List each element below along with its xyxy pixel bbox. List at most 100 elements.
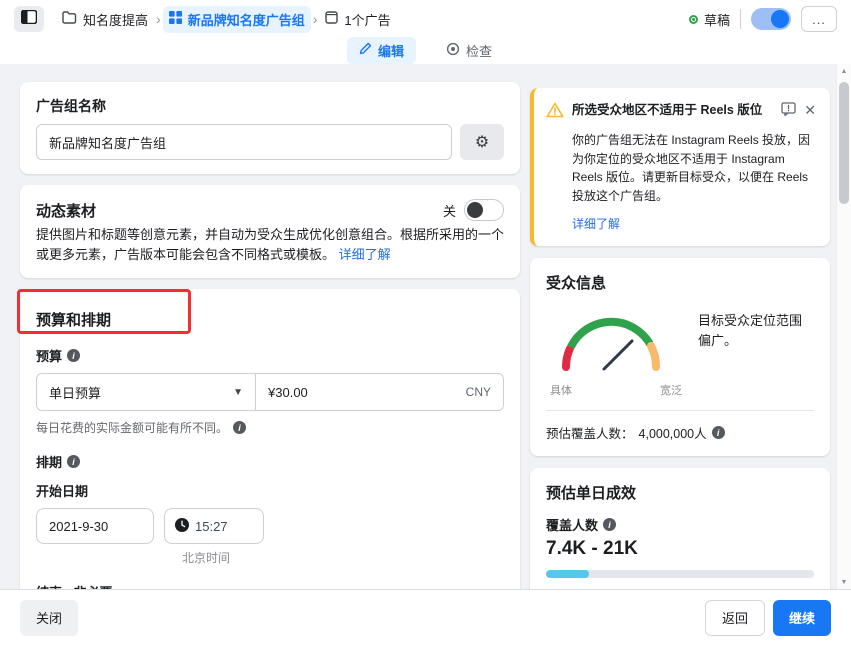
timezone-label: 北京时间 (182, 549, 504, 566)
scroll-down-arrow[interactable]: ▼ (837, 575, 851, 589)
chevron-down-icon: ▼ (233, 387, 243, 398)
reach-progress-fill (546, 570, 589, 578)
dynamic-creative-title: 动态素材 (36, 200, 96, 221)
warning-triangle-icon (546, 102, 564, 123)
close-icon[interactable]: ✕ (804, 102, 816, 119)
scroll-up-arrow[interactable]: ▲ (837, 64, 851, 78)
budget-amount-input[interactable]: ¥30.00 CNY (256, 374, 503, 410)
draft-status-badge: 草稿 (689, 10, 730, 29)
breadcrumb-adset[interactable]: 新品牌知名度广告组 (163, 6, 311, 33)
gear-icon: ⚙ (475, 132, 489, 152)
adset-active-toggle[interactable] (751, 8, 791, 30)
breadcrumb-ad[interactable]: 1个广告 (319, 6, 396, 33)
toggle-knob (467, 202, 483, 218)
audience-summary: 目标受众定位范围偏广。 (686, 303, 814, 398)
toggle-state-label: 关 (443, 201, 456, 220)
insights-column: 所选受众地区不适用于 Reels 版位 ✕ 你的广告组无法在 Instagram… (530, 82, 830, 589)
estimated-results-card: 预估单日成效 覆盖人数i 7.4K - 21K 预估数据的准确性受往期广告系列数… (530, 468, 830, 589)
ads-manager-dialog: 知名度提高 › 新品牌知名度广告组 › 1个广告 草稿 ... (0, 0, 851, 645)
info-icon[interactable]: i (233, 421, 246, 434)
audience-title: 受众信息 (546, 272, 814, 293)
budget-type-select[interactable]: 单日预算 ▼ (37, 374, 256, 410)
divider (740, 9, 741, 29)
start-date-label: 开始日期 (36, 481, 504, 500)
reach-progress-track (546, 570, 814, 578)
dynamic-creative-toggle[interactable] (464, 199, 504, 221)
scrollbar-thumb[interactable] (839, 82, 849, 204)
info-icon[interactable]: i (603, 518, 616, 531)
budget-label: 预算i (36, 346, 504, 365)
draft-status-label: 草稿 (704, 10, 730, 29)
draft-status-icon (689, 15, 698, 24)
divider (546, 410, 814, 411)
top-bar-right: 草稿 ... (689, 6, 837, 32)
estimated-results-title: 预估单日成效 (546, 482, 814, 503)
info-icon[interactable]: i (712, 426, 725, 439)
budget-note: 每日花费的实际金额可能有所不同。i (36, 419, 504, 436)
folder-icon (62, 11, 77, 27)
reels-warning-card: 所选受众地区不适用于 Reels 版位 ✕ 你的广告组无法在 Instagram… (530, 88, 830, 246)
tab-edit[interactable]: 编辑 (347, 37, 416, 64)
reach-value: 4,000,000人 (639, 423, 707, 442)
breadcrumb-campaign-label: 知名度提高 (83, 10, 148, 29)
adset-name-card: 广告组名称 新品牌知名度广告组 ⚙ (20, 82, 520, 174)
schedule-label: 排期i (36, 452, 504, 471)
budget-schedule-card: 预算和排期 预算i 单日预算 ▼ ¥30.00 CNY 每日花费的实际金额可能有… (20, 289, 520, 589)
audience-gauge: 具体 宽泛 (546, 303, 686, 398)
budget-input-group: 单日预算 ▼ ¥30.00 CNY (36, 373, 504, 411)
reach-metric-label: 覆盖人数i (546, 515, 814, 534)
start-time-input[interactable]: 15:27 (164, 508, 264, 544)
gauge-label-specific: 具体 (550, 382, 572, 398)
breadcrumb-ad-label: 1个广告 (344, 10, 390, 29)
info-icon[interactable]: i (67, 455, 80, 468)
start-date-input[interactable]: 2021-9-30 (36, 508, 154, 544)
budget-schedule-title: 预算和排期 (36, 303, 504, 330)
breadcrumb-adset-label: 新品牌知名度广告组 (188, 10, 305, 29)
reach-metric-value: 7.4K - 21K (546, 538, 814, 560)
toggle-knob (771, 10, 789, 28)
breadcrumb-separator: › (156, 11, 161, 27)
clock-icon (175, 518, 189, 535)
start-time-value: 15:27 (195, 519, 228, 534)
breadcrumb-campaign[interactable]: 知名度提高 (56, 6, 154, 33)
budget-amount-value: ¥30.00 (268, 385, 308, 400)
back-button[interactable]: 返回 (705, 600, 765, 636)
warning-learn-more-link[interactable]: 详细了解 (572, 217, 620, 231)
content-area: 广告组名称 新品牌知名度广告组 ⚙ 动态素材 关 提供图片和标题等创意元素，并自… (0, 64, 851, 589)
warning-body: 你的广告组无法在 Instagram Reels 投放，因为你定位的受众地区不适… (572, 131, 816, 205)
ad-page-icon (325, 11, 338, 27)
estimated-reach-row: 预估覆盖人数： 4,000,000人 i (546, 423, 814, 442)
warning-title: 所选受众地区不适用于 Reels 版位 (572, 102, 773, 120)
more-options-button[interactable]: ... (801, 6, 837, 32)
pencil-icon (359, 42, 372, 58)
review-eye-icon (446, 42, 460, 59)
dynamic-creative-description: 提供图片和标题等创意元素，并自动为受众生成优化创意组合。根据所采用的一个或更多元… (36, 225, 504, 264)
footer-bar: 关闭 返回 继续 (0, 589, 851, 645)
budget-type-value: 单日预算 (49, 383, 101, 402)
breadcrumb-separator: › (313, 11, 318, 27)
currency-label: CNY (466, 385, 491, 399)
adset-name-label: 广告组名称 (36, 96, 504, 116)
feedback-bubble-icon[interactable] (781, 102, 796, 121)
sidebar-panel-icon (21, 10, 37, 29)
learn-more-link[interactable]: 详细了解 (339, 247, 391, 262)
top-bar: 知名度提高 › 新品牌知名度广告组 › 1个广告 草稿 ... (0, 0, 851, 38)
tab-bar: 编辑 检查 (0, 38, 851, 64)
dynamic-creative-card: 动态素材 关 提供图片和标题等创意元素，并自动为受众生成优化创意组合。根据所采用… (20, 185, 520, 278)
info-icon[interactable]: i (67, 349, 80, 362)
end-label: 结束 · 非必要 (36, 582, 504, 589)
gauge-label-broad: 宽泛 (660, 382, 682, 398)
audience-card: 受众信息 具体 宽泛 目标受众定位范围 (530, 258, 830, 456)
tab-review[interactable]: 检查 (434, 37, 504, 64)
adset-name-input[interactable]: 新品牌知名度广告组 (36, 124, 452, 160)
collapse-panel-button[interactable] (14, 6, 44, 32)
vertical-scrollbar[interactable]: ▲ ▼ (836, 64, 851, 589)
adset-grid-icon (169, 11, 182, 27)
close-button[interactable]: 关闭 (20, 600, 78, 636)
tab-edit-label: 编辑 (378, 41, 404, 60)
form-column: 广告组名称 新品牌知名度广告组 ⚙ 动态素材 关 提供图片和标题等创意元素，并自… (20, 82, 520, 589)
tab-review-label: 检查 (466, 41, 492, 60)
continue-button[interactable]: 继续 (773, 600, 831, 636)
name-settings-button[interactable]: ⚙ (460, 124, 504, 160)
reach-label: 预估覆盖人数： (546, 423, 634, 442)
